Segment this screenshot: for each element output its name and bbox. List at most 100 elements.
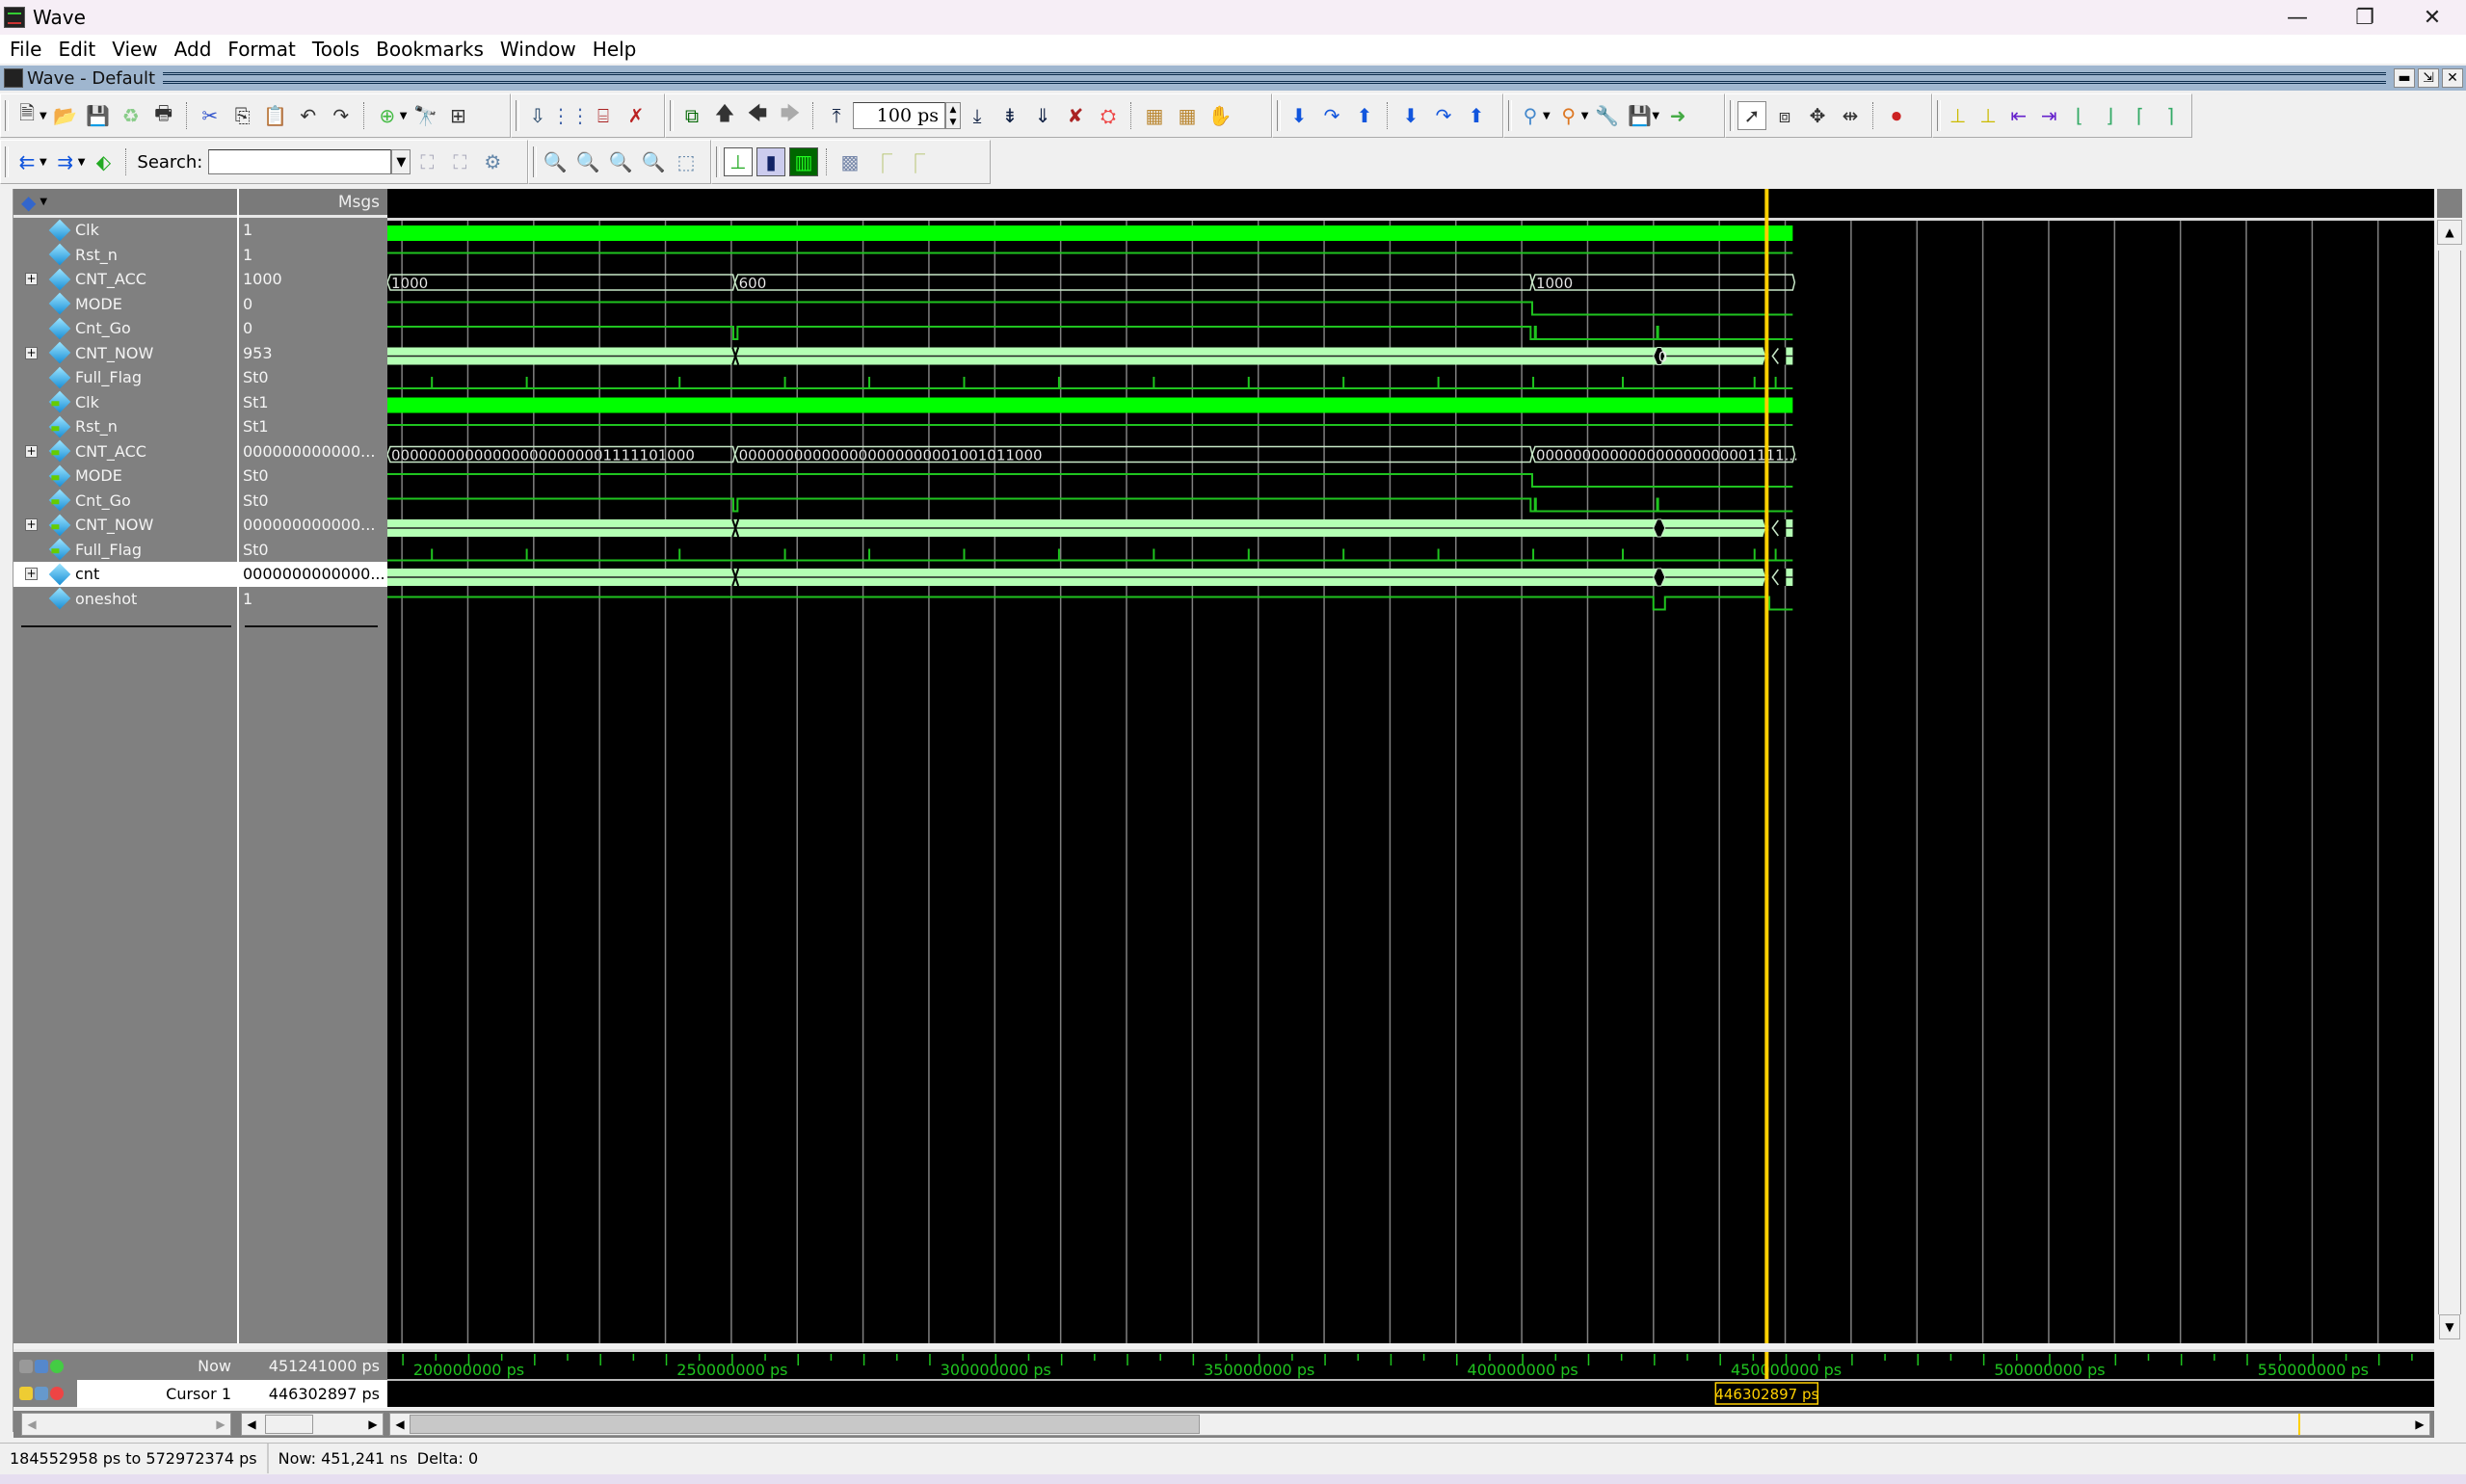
find-icon[interactable]: 🔭 [411,101,439,130]
ruler-canvas[interactable]: 200000000 ps 250000000 ps 300000000 ps 3500… [387,1352,2434,1407]
scroll-down-icon[interactable]: ▼ [2439,1314,2460,1339]
add-icon[interactable]: ⊕ [373,101,402,130]
zoom-mode-icon[interactable]: ⧈ [1770,101,1799,130]
collapse-icon[interactable]: ⊞ [443,101,472,130]
next-bookmark-icon[interactable]: ➜ [1663,101,1692,130]
signal-value[interactable]: St0 [239,464,387,489]
step-into-icon[interactable]: ⬇ [1285,101,1313,130]
signal-row[interactable]: MODE [13,464,237,489]
values-scroll-thumb[interactable] [265,1415,313,1434]
signal-row[interactable]: + CNT_ACC [13,439,237,464]
signal-row[interactable]: + CNT_NOW [13,341,237,366]
new-file-icon[interactable]: 🗎 [13,101,41,130]
signal-value[interactable]: 0 [239,292,387,317]
scroll-left-icon[interactable]: ◀ [242,1414,261,1435]
undo-icon[interactable]: ↶ [294,101,323,130]
values-hscrollbar[interactable]: ◀ ▶ [241,1413,384,1436]
new-bookmark-icon[interactable]: ⚲ [1516,101,1545,130]
run-to-top-icon[interactable]: ⤒ [822,101,851,130]
menu-window[interactable]: Window [500,38,576,61]
run-length-spinner[interactable]: ▲ ▼ [945,102,961,129]
names-hscrollbar[interactable]: ◀ ▶ [21,1413,231,1436]
expand-icon[interactable]: + [25,568,38,581]
expand-icon[interactable]: + [25,273,38,286]
open-folder-icon[interactable]: 📂 [51,101,80,130]
step-out-multi-icon[interactable]: ⬆ [1462,101,1491,130]
scroll-left-icon[interactable]: ◀ [22,1414,41,1435]
left-arrow-icon[interactable]: 🡄 [743,101,772,130]
print-icon[interactable]: 🖶 [149,101,178,130]
step-over-icon[interactable]: ↷ [1317,101,1346,130]
signal-row[interactable]: Clk [13,390,237,415]
literal-wave-icon[interactable]: ⊥ [724,147,753,176]
menu-tools[interactable]: Tools [312,38,359,61]
step-over-multi-icon[interactable]: ↷ [1429,101,1458,130]
delete-cursor-icon[interactable] [50,1387,64,1400]
search-prev-icon[interactable]: ⛶ [412,147,441,176]
signal-row[interactable]: oneshot [13,587,237,612]
wave-hscrollbar[interactable]: ◀ ▶ [389,1413,2430,1436]
edit-cursor-icon[interactable] [35,1387,48,1400]
edit-bookmark-dropdown-icon[interactable]: ▼ [1581,111,1589,121]
waveform-canvas[interactable]: 1000 600 1000 0 0000000000000000000000011111… [387,189,2434,1343]
step-out-icon[interactable]: ⬆ [1350,101,1379,130]
break-icon[interactable]: ✘ [1061,101,1090,130]
cursor-1-row[interactable]: Cursor 1 [77,1380,239,1408]
close-button[interactable]: ✕ [2399,0,2466,35]
signal-value[interactable]: St0 [239,538,387,563]
close-subwindow-button[interactable]: ✕ [2442,68,2463,88]
layers-dropdown-icon[interactable]: ▼ [40,197,47,207]
signal-row[interactable]: MODE [13,292,237,317]
wave-subwindow-titlebar[interactable]: Wave - Default ▬ ⇲ ✕ [0,66,2466,91]
signal-value[interactable]: 953 [239,341,387,366]
delete-cursor-icon[interactable]: ⊥ [1975,101,2002,130]
logic-wave-icon[interactable]: ▮ [756,147,785,176]
select-pointer-icon[interactable]: ➚ [1737,101,1766,130]
event-wave-icon[interactable]: ▥ [789,147,818,176]
scroll-right-icon[interactable]: ▶ [363,1414,383,1435]
performance-icon[interactable]: ▦ [1140,101,1169,130]
search-input[interactable] [208,149,392,174]
menu-format[interactable]: Format [227,38,295,61]
menu-bookmarks[interactable]: Bookmarks [376,38,484,61]
comment-icon[interactable] [35,1359,48,1373]
signal-row[interactable]: Full_Flag [13,365,237,390]
scroll-track[interactable] [2438,251,2461,1314]
wave-compare-icon[interactable]: ⌸ [589,101,618,130]
edit-mode-icon[interactable]: ⇹ [1836,101,1865,130]
wrench-icon[interactable]: 🔧 [1592,101,1621,130]
add-cursor-icon[interactable] [50,1359,64,1373]
run-length-input[interactable]: 100 ps [853,102,945,129]
menu-add[interactable]: Add [174,38,212,61]
expand-right-dropdown-icon[interactable]: ▼ [78,157,86,168]
zoom-range-icon[interactable]: ⬚ [672,147,701,176]
new-dropdown-icon[interactable]: ▼ [40,111,47,121]
pan-mode-icon[interactable]: ✥ [1803,101,1832,130]
scroll-up-icon[interactable]: ▲ [2437,220,2462,245]
expand-left-icon[interactable]: ⇇ [13,147,41,176]
signal-value[interactable]: 0000000000000... [239,562,387,587]
redo-icon[interactable]: ↷ [327,101,356,130]
minimize-subwindow-button[interactable]: ▬ [2394,68,2415,88]
menu-help[interactable]: Help [593,38,637,61]
signal-value[interactable]: 0 [239,316,387,341]
zoom-out-icon[interactable]: 🔍 [573,147,602,176]
expand-icon[interactable]: + [25,346,38,359]
spin-up-icon[interactable]: ▲ [946,103,960,116]
signal-row[interactable]: Cnt_Go [13,489,237,514]
spin-down-icon[interactable]: ▼ [946,116,960,128]
up-arrow-icon[interactable]: 🡅 [710,101,739,130]
signal-value[interactable]: 1 [239,218,387,243]
cut-icon[interactable]: ✂ [196,101,225,130]
memory-icon[interactable]: ▦ [1173,101,1202,130]
next-transition-icon[interactable]: ⇥ [2036,101,2063,130]
run-icon[interactable]: ⤓ [963,101,992,130]
signal-value[interactable]: 1000 [239,267,387,292]
step-wave-icon[interactable]: ⎾ [868,147,897,176]
undock-button[interactable]: ⇲ [2418,68,2439,88]
paste-icon[interactable]: 📋 [261,101,290,130]
zoom-full-icon[interactable]: 🔍 [606,147,635,176]
zoom-cursor-icon[interactable]: 🔍 [639,147,668,176]
prev-falling-icon[interactable]: ⌊ [2066,101,2093,130]
step-into-multi-icon[interactable]: ⬇ [1396,101,1425,130]
